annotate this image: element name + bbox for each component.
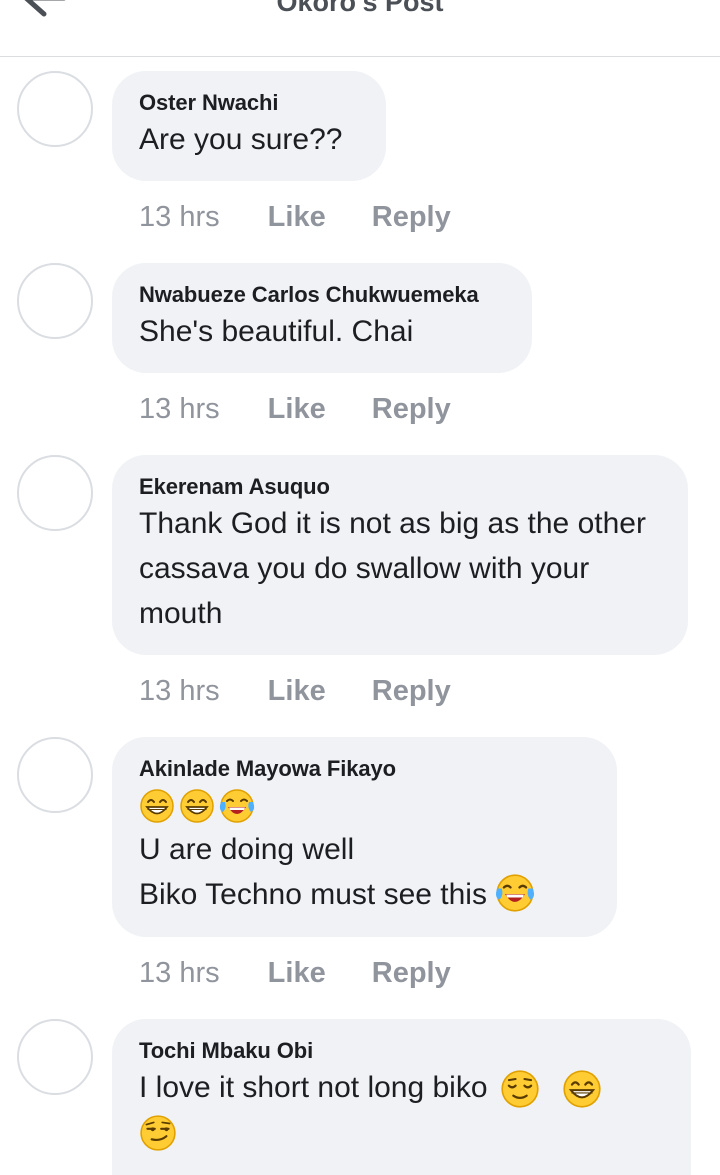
comment-bubble[interactable]: Oster Nwachi Are you sure?? [112,71,386,181]
comment-text: She's beautiful. Chai [139,315,414,348]
comment-text-line-1: U are doing well [139,833,355,866]
avatar[interactable] [17,71,93,147]
post-comments-screen: Okoro's Post Oster Nwachi Are you sure??… [0,0,720,1175]
comment-text: I love it short not long biko [139,1065,663,1110]
comment-actions: 13 hrs Like Reply [139,673,451,709]
comment-author[interactable]: Akinlade Mayowa Fikayo [139,755,589,783]
comment-author[interactable]: Ekerenam Asuquo [139,473,660,501]
comment-text: Thank God it is not as big as the other … [139,507,646,630]
comment-timestamp: 13 hrs [139,675,220,707]
comment-timestamp: 13 hrs [139,957,220,989]
emoji-row [139,783,589,827]
comment-actions: 13 hrs Like Reply [139,955,451,991]
reply-button[interactable]: Reply [372,673,451,709]
relieved-face-emoji-icon [500,1069,540,1109]
comment-timestamp: 13 hrs [139,201,220,233]
comment-bubble[interactable]: Tochi Mbaku Obi I love it short not long… [112,1019,691,1175]
grinning-face-emoji-icon [562,1069,602,1109]
comment-author[interactable]: Tochi Mbaku Obi [139,1037,663,1065]
avatar[interactable] [17,455,93,531]
reply-button[interactable]: Reply [372,391,451,427]
comment-author[interactable]: Oster Nwachi [139,89,358,117]
top-app-bar: Okoro's Post [0,0,720,57]
grinning-face-emoji-icon [179,788,215,824]
comment-bubble[interactable]: Akinlade Mayowa Fikayo U are doing well … [112,737,617,937]
avatar[interactable] [17,263,93,339]
comment-text-line-2-content: Biko Techno must see this [139,878,487,911]
like-button[interactable]: Like [268,391,326,427]
comment-actions: 13 hrs Like Reply [139,391,451,427]
tears-of-joy-emoji-icon [495,873,535,913]
avatar[interactable] [17,1019,93,1095]
comment-timestamp: 13 hrs [139,393,220,425]
like-button[interactable]: Like [268,199,326,235]
comment-text: Are you sure?? [139,123,343,156]
comment-text-content: I love it short not long biko [139,1071,488,1104]
reply-button[interactable]: Reply [372,955,451,991]
comment-bubble[interactable]: Nwabueze Carlos Chukwuemeka She's beauti… [112,263,532,373]
like-button[interactable]: Like [268,673,326,709]
comment-text-line-2: Biko Techno must see this [139,872,589,917]
comment-author[interactable]: Nwabueze Carlos Chukwuemeka [139,281,504,309]
comment-bubble[interactable]: Ekerenam Asuquo Thank God it is not as b… [112,455,688,655]
like-button[interactable]: Like [268,955,326,991]
reply-button[interactable]: Reply [372,199,451,235]
comment-actions: 13 hrs Like Reply [139,199,451,235]
page-title: Okoro's Post [276,0,444,17]
tears-of-joy-emoji-icon [219,788,255,824]
emoji-row [139,1110,663,1154]
smirking-face-emoji-icon [139,1114,177,1152]
avatar[interactable] [17,737,93,813]
grinning-face-emoji-icon [139,788,175,824]
